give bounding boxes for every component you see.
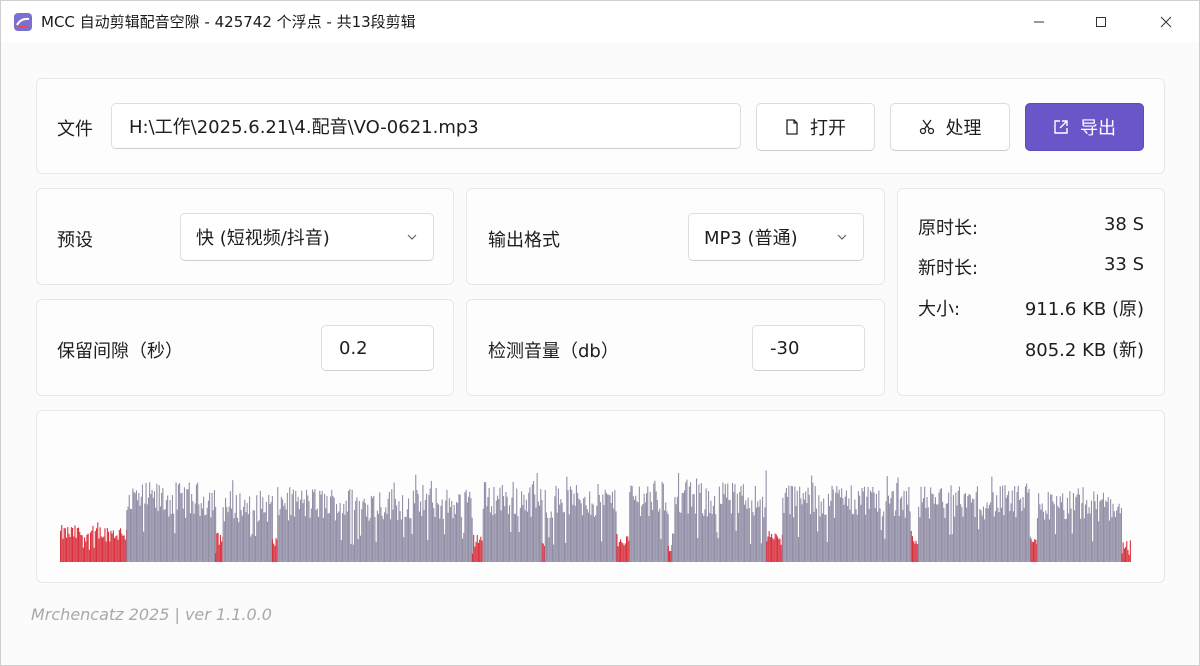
new-duration-label: 新时长: [918,258,979,279]
file-label: 文件 [57,119,93,140]
process-button-label: 处理 [945,118,982,139]
export-button-label: 导出 [1080,118,1116,139]
waveform-panel [36,410,1165,583]
waveform-cut-segment [616,534,630,562]
chevron-down-icon [407,234,417,240]
format-label: 输出格式 [488,230,560,251]
waveform-cut-segment [471,534,483,562]
waveform-cut-segment [910,531,919,562]
waveform-kept-segment [544,476,617,562]
waveform-cut-segment [1121,540,1131,562]
waveform-cut-segment [541,542,545,562]
waveform-cut-segment [1030,538,1038,562]
threshold-input[interactable]: -30 [752,325,865,371]
gap-label: 保留间隙（秒） [57,341,183,362]
threshold-label: 检测音量（db） [488,341,619,362]
new-duration-value: 33 S [1103,254,1144,275]
waveform-kept-segment [222,480,273,562]
waveform[interactable] [37,411,1166,584]
window-title: MCC 自动剪辑配音空隙 - 425742 个浮点 - 共13段剪辑 [41,13,416,31]
maximize-icon [1096,17,1106,27]
waveform-cut-segment [215,532,224,562]
original-duration-value: 38 S [1103,214,1144,235]
waveform-cut-segment [271,538,278,562]
open-button-label: 打开 [810,118,846,139]
waveform-kept-segment [629,480,669,562]
open-button[interactable]: 打开 [756,103,875,151]
gap-input[interactable]: 0.2 [321,325,434,371]
waveform-kept-segment [672,470,767,562]
minimize-icon [1034,21,1044,23]
close-icon [1160,16,1172,28]
waveform-kept-segment [277,474,473,562]
process-button[interactable]: 处理 [890,103,1010,151]
waveform-cut-segment [766,531,783,562]
threshold-panel: 检测音量（db） -30 [466,299,885,396]
size-label: 大小: [918,299,961,320]
new-size-value: 805.2 KB (新) [1024,340,1144,361]
format-select[interactable]: MP3 (普通) [688,213,864,261]
waveform-kept-segment [126,482,217,562]
waveform-kept-segment [1036,487,1122,562]
format-value: MP3 (普通) [704,228,798,249]
format-panel: 输出格式 MP3 (普通) [466,188,885,285]
app-window: MCC 自动剪辑配音空隙 - 425742 个浮点 - 共13段剪辑 文件 H:… [0,0,1200,666]
waveform-kept-segment [482,473,543,562]
app-icon [14,13,32,31]
original-duration-label: 原时长: [918,218,979,239]
export-icon [1054,120,1068,134]
preset-panel: 预设 快 (短视频/抖音) [36,188,454,285]
waveform-cut-segment [667,545,673,562]
file-icon [786,119,798,135]
preset-select[interactable]: 快 (短视频/抖音) [180,213,434,261]
scissors-icon [919,119,934,135]
stats-panel: 原时长: 38 S 新时长: 33 S 大小: 911.6 KB (原) 805… [897,188,1165,396]
waveform-cut-segment [60,522,128,562]
export-button[interactable]: 导出 [1025,103,1144,151]
footer-credit: Mrchencatz 2025 | ver 1.1.0.0 [31,605,272,624]
gap-panel: 保留间隙（秒） 0.2 [36,299,454,396]
close-button[interactable] [1143,1,1189,43]
maximize-button[interactable] [1078,1,1124,43]
preset-label: 预设 [57,230,93,251]
waveform-kept-segment [918,476,1031,562]
original-size-value: 911.6 KB (原) [1024,299,1144,320]
preset-value: 快 (短视频/抖音) [196,228,330,249]
file-panel: 文件 H:\工作\2025.6.21\4.配音\VO-0621.mp3 打开 处… [36,78,1165,174]
file-path-input[interactable]: H:\工作\2025.6.21\4.配音\VO-0621.mp3 [111,103,741,149]
chevron-down-icon [837,234,847,240]
title-bar[interactable]: MCC 自动剪辑配音空隙 - 425742 个浮点 - 共13段剪辑 [1,1,1199,43]
waveform-kept-segment [782,475,911,562]
minimize-button[interactable] [1016,1,1062,43]
